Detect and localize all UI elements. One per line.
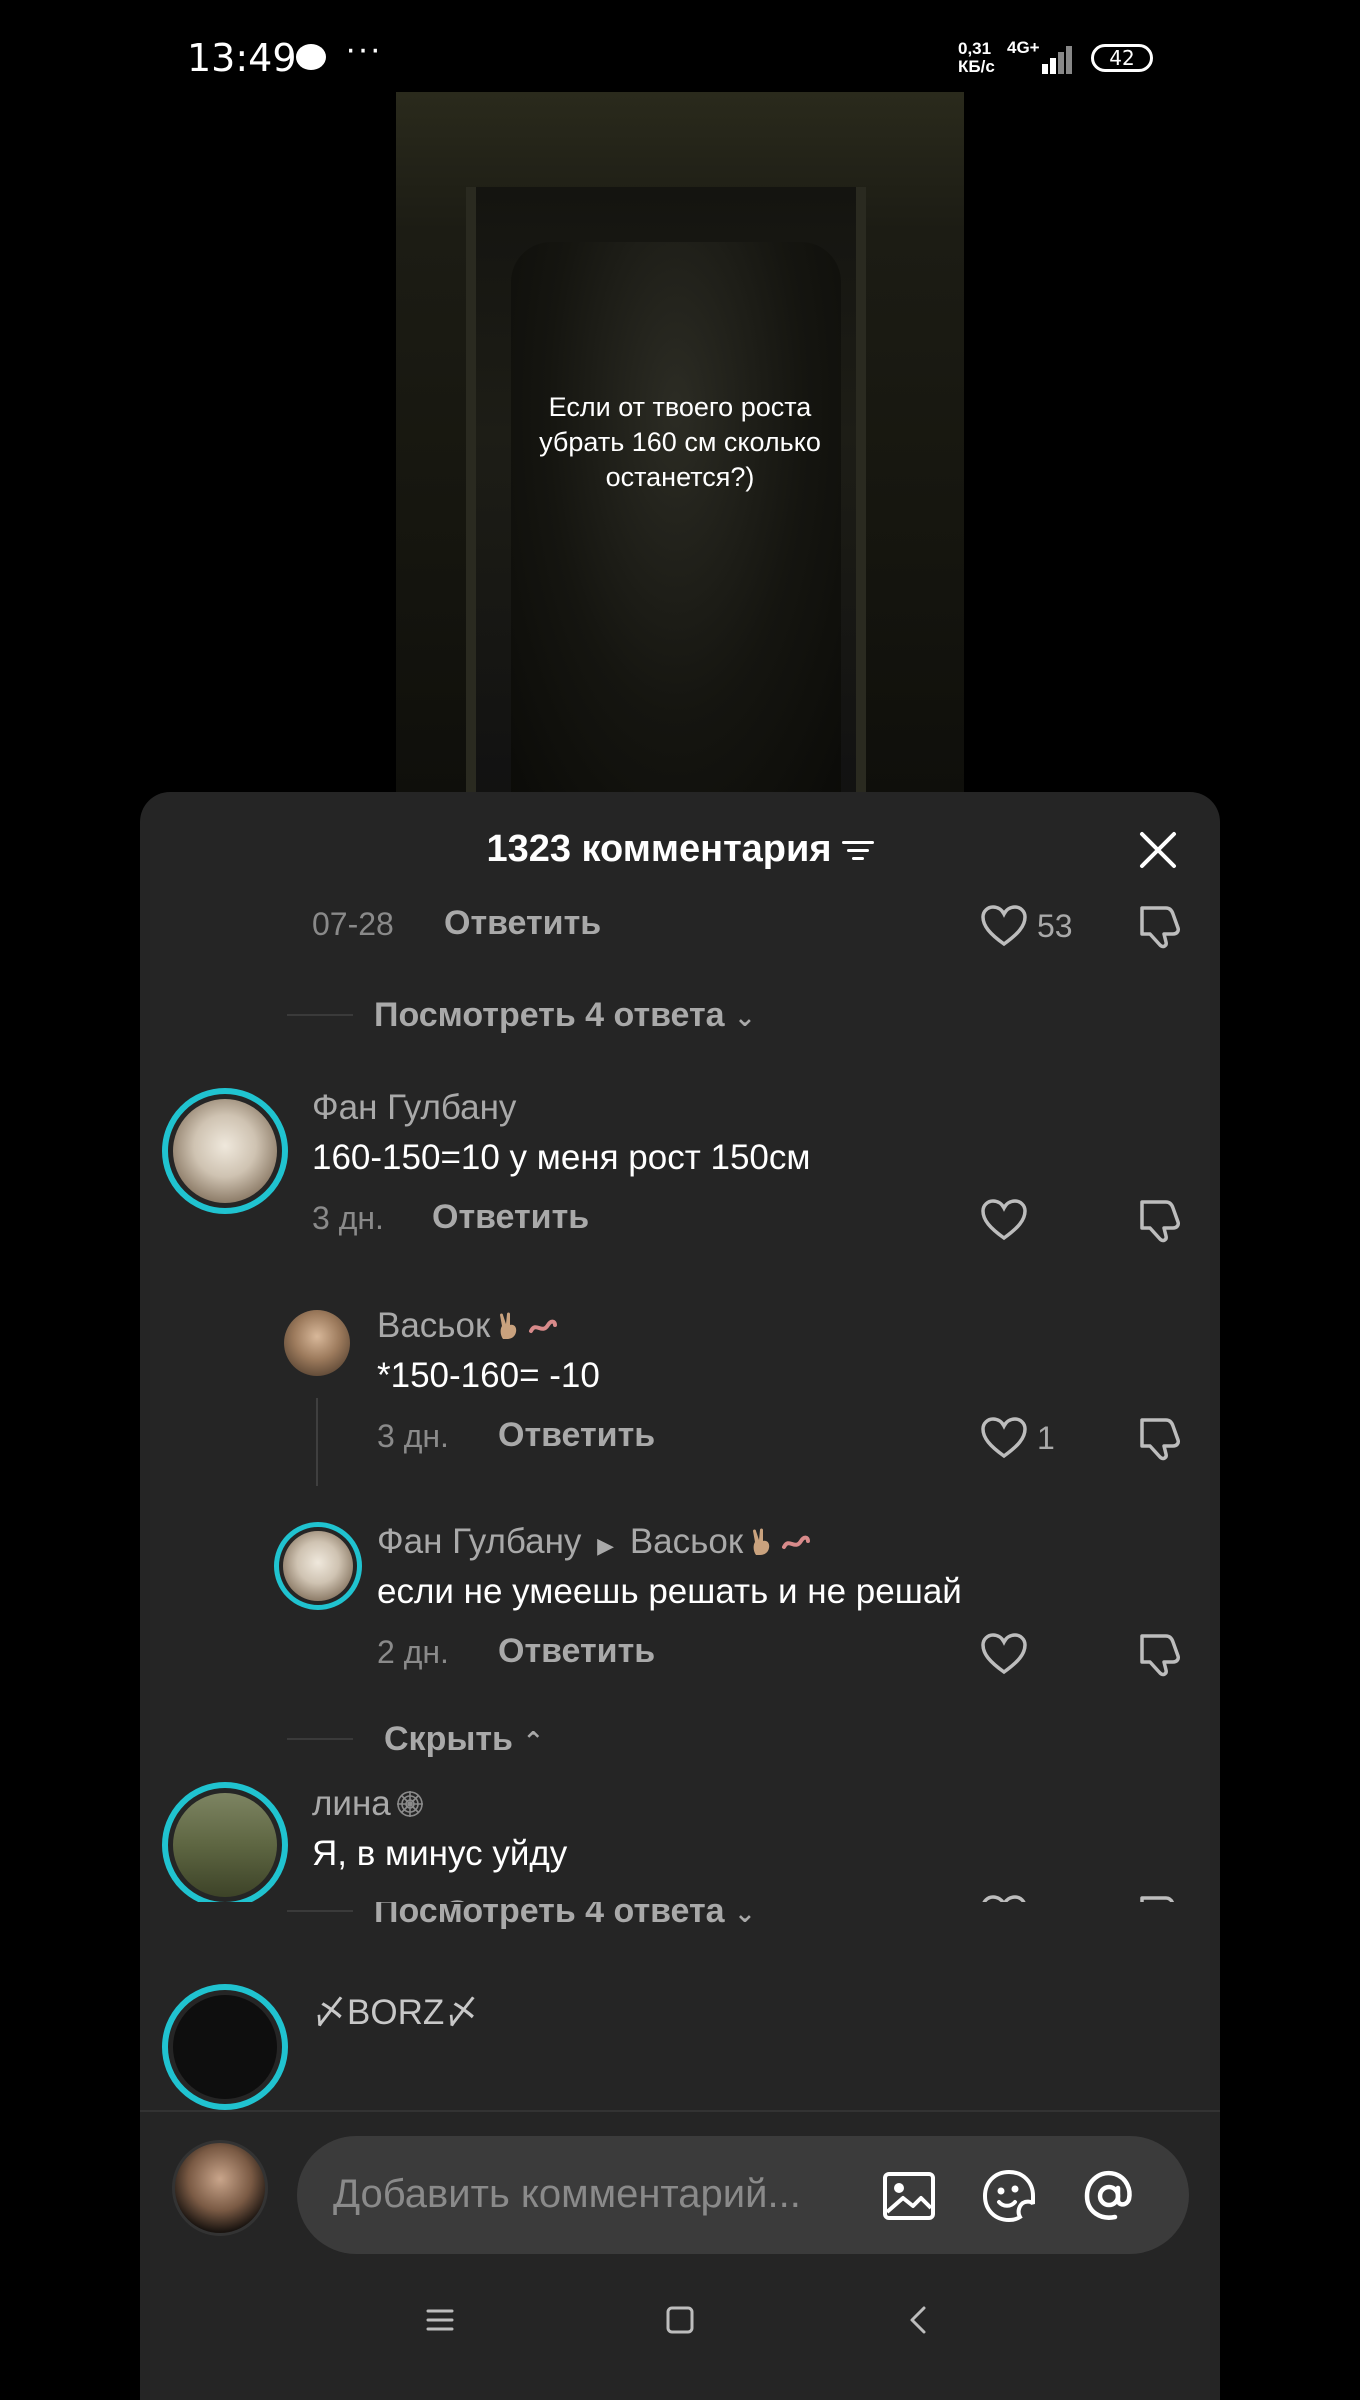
avatar[interactable] bbox=[162, 1984, 288, 2110]
network-type: 4G+ bbox=[1007, 38, 1040, 57]
status-time: 13:49 bbox=[187, 36, 297, 80]
network-speed-unit: КБ/с bbox=[958, 57, 995, 76]
view-replies-button[interactable]: Посмотреть 4 ответа ⌄ bbox=[374, 1902, 756, 1931]
chevron-up-icon: ⌃ bbox=[522, 1726, 545, 1756]
comment-author[interactable]: Фан Гулбану bbox=[312, 1088, 516, 1128]
network-speed-value: 0,31 bbox=[958, 39, 992, 58]
comment-author-name: лина bbox=[312, 1784, 391, 1823]
like-count: 1 bbox=[1037, 1420, 1055, 1456]
avatar[interactable] bbox=[162, 1782, 288, 1902]
filter-icon[interactable] bbox=[841, 839, 874, 863]
comment-date: 3 дн. bbox=[312, 1200, 384, 1236]
worm-icon bbox=[529, 1319, 558, 1333]
heart-icon[interactable] bbox=[980, 1416, 1028, 1460]
close-icon[interactable] bbox=[1136, 828, 1180, 872]
divider-line bbox=[287, 1910, 353, 1912]
chevron-down-icon: ⌄ bbox=[734, 1902, 756, 1928]
divider-line bbox=[287, 1738, 353, 1740]
comment-text: 160-150=10 у меня рост 150см bbox=[312, 1138, 811, 1177]
system-nav-bar bbox=[140, 2282, 1220, 2362]
comment-text: если не умеешь решать и не решай bbox=[377, 1572, 962, 1611]
chevron-down-icon: ⌄ bbox=[734, 1002, 756, 1032]
comment-author[interactable]: Васьок bbox=[377, 1306, 558, 1346]
heart-icon[interactable] bbox=[980, 904, 1028, 948]
signal-icon bbox=[1040, 40, 1076, 74]
message-icon bbox=[296, 44, 326, 70]
heart-icon[interactable] bbox=[980, 1198, 1028, 1242]
comments-list-overflow: Посмотреть 4 ответа ⌄ 〆BORZ〆 bbox=[140, 1902, 1220, 2110]
back-icon[interactable] bbox=[902, 2302, 938, 2338]
comment-author[interactable]: лина bbox=[312, 1784, 425, 1824]
thumbs-down-icon[interactable] bbox=[1136, 902, 1184, 950]
avatar[interactable] bbox=[284, 1310, 350, 1376]
comment-author-name: Фан Гулбану bbox=[377, 1522, 582, 1561]
like-count: 53 bbox=[1037, 908, 1073, 944]
my-avatar[interactable] bbox=[172, 2140, 268, 2236]
comments-sheet: 1323 комментария 07-28 Ответить 53 Посмо… bbox=[140, 792, 1220, 2400]
comment-author-name: Васьок bbox=[377, 1306, 491, 1345]
reply-button[interactable]: Ответить bbox=[444, 1894, 601, 1902]
worm-icon bbox=[782, 1535, 811, 1549]
reply-button[interactable]: Ответить bbox=[498, 1632, 655, 1671]
comments-title: 1323 комментария bbox=[140, 828, 1220, 871]
comment-input-bar: Добавить комментарий... bbox=[140, 2110, 1220, 2254]
emoji-icon[interactable] bbox=[979, 2166, 1039, 2226]
thumbs-down-icon[interactable] bbox=[1136, 1196, 1184, 1244]
thumbs-down-icon[interactable] bbox=[1136, 1630, 1184, 1678]
menu-icon[interactable] bbox=[422, 2302, 458, 2338]
thumbs-down-icon[interactable] bbox=[1136, 1892, 1184, 1902]
avatar[interactable] bbox=[162, 1088, 288, 1214]
hide-replies-button[interactable]: Скрыть ⌃ bbox=[384, 1720, 544, 1759]
comment-date: 3 дн. bbox=[377, 1418, 449, 1454]
comment-date: 2 дн. bbox=[377, 1634, 449, 1670]
reply-arrow-icon: ▶ bbox=[597, 1533, 615, 1558]
video-preview[interactable]: Если от твоего роста убрать 160 см сколь… bbox=[396, 92, 964, 792]
comment-author[interactable]: 〆BORZ〆 bbox=[312, 1984, 479, 2035]
view-replies-label: Посмотреть 4 ответа bbox=[374, 996, 725, 1034]
reply-to-name: Васьок bbox=[629, 1522, 744, 1561]
heart-icon[interactable] bbox=[980, 1632, 1028, 1676]
battery-icon: 42 bbox=[1091, 44, 1153, 72]
comment-text: Я, в минус уйду bbox=[312, 1834, 568, 1873]
dress-image bbox=[511, 242, 841, 792]
comments-list[interactable]: 07-28 Ответить 53 Посмотреть 4 ответа ⌄ … bbox=[140, 892, 1220, 1902]
reply-button[interactable]: Ответить bbox=[432, 1198, 589, 1237]
heart-icon[interactable] bbox=[980, 1894, 1028, 1902]
thumbs-down-icon[interactable] bbox=[1136, 1414, 1184, 1462]
more-notifications-icon: ··· bbox=[345, 30, 382, 68]
view-replies-button[interactable]: Посмотреть 4 ответа ⌄ bbox=[374, 996, 756, 1035]
home-icon[interactable] bbox=[662, 2302, 698, 2338]
thread-line bbox=[316, 1398, 318, 1486]
avatar[interactable] bbox=[274, 1522, 362, 1610]
network-speed: 0,31 КБ/с bbox=[958, 40, 995, 76]
divider-line bbox=[287, 1014, 353, 1016]
reply-button[interactable]: Ответить bbox=[444, 904, 601, 943]
spider-web-icon bbox=[396, 1791, 423, 1817]
reply-button[interactable]: Ответить bbox=[498, 1416, 655, 1455]
comments-header: 1323 комментария bbox=[140, 792, 1220, 892]
hide-replies-label: Скрыть bbox=[384, 1720, 513, 1758]
comment-author[interactable]: Фан Гулбану ▶ Васьок bbox=[377, 1522, 811, 1562]
at-icon[interactable] bbox=[1079, 2166, 1139, 2226]
comments-count-label: 1323 комментария bbox=[486, 828, 832, 870]
victory-hand-icon bbox=[753, 1528, 770, 1555]
comment-input-placeholder: Добавить комментарий... bbox=[333, 2172, 801, 2216]
image-icon[interactable] bbox=[879, 2166, 939, 2226]
comment-text: *150-160= -10 bbox=[377, 1356, 600, 1395]
comment-input[interactable]: Добавить комментарий... bbox=[297, 2136, 1189, 2254]
video-caption: Если от твоего роста убрать 160 см сколь… bbox=[539, 392, 821, 492]
view-replies-label: Посмотреть 4 ответа bbox=[374, 1902, 725, 1930]
comment-date: 07-28 bbox=[312, 906, 394, 942]
victory-hand-icon bbox=[500, 1312, 517, 1339]
